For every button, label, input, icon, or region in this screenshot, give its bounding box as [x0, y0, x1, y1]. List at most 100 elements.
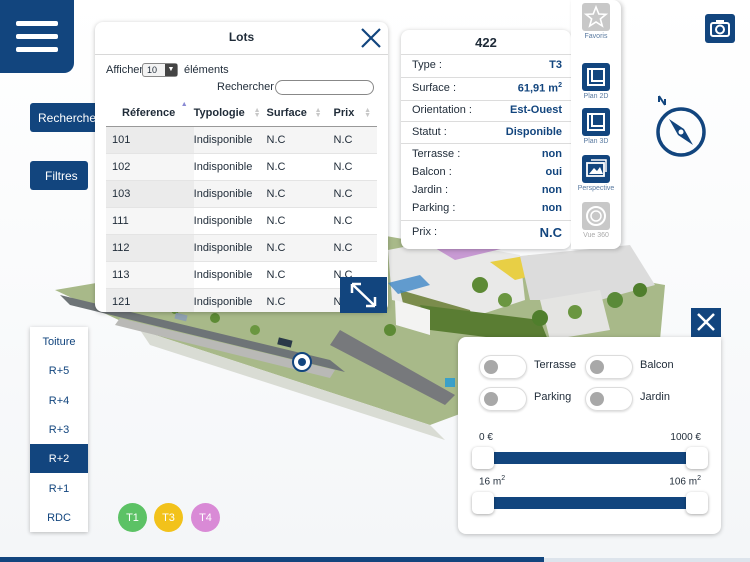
type-chip-t4[interactable]: T4	[191, 503, 220, 532]
price-min-handle[interactable]	[472, 447, 494, 469]
table-cell: N.C	[266, 207, 328, 235]
floor-item-r3[interactable]: R+3	[30, 415, 88, 444]
menu-button[interactable]	[0, 0, 74, 73]
sort-icon: ▲ ▼	[314, 107, 322, 119]
close-icon	[697, 313, 715, 331]
surface-max-handle[interactable]	[686, 492, 708, 514]
column-header-price[interactable]: Prix ▲ ▼	[327, 100, 377, 127]
progress-bar	[0, 557, 544, 562]
search-label: Rechercher :	[217, 81, 280, 93]
plan-2d-button[interactable]: Plan 2D	[571, 63, 621, 100]
table-cell: 113	[106, 261, 194, 289]
balcony-toggle[interactable]	[585, 355, 633, 379]
surface-max-label: 106 m2	[669, 475, 701, 488]
floor-item-r5[interactable]: R+5	[30, 356, 88, 385]
price-min-label: 0 €	[479, 432, 493, 443]
price-max-label: 1000 €	[670, 432, 701, 443]
garden-label: Jardin	[640, 391, 670, 403]
camera-icon	[710, 20, 730, 37]
garden-toggle[interactable]	[585, 387, 633, 411]
lot-detail-card: 422 Type : T3 Surface :61,91 m2 Orientati…	[401, 30, 571, 249]
table-cell: N.C	[266, 180, 328, 208]
expand-icon	[350, 282, 377, 308]
page-size-select[interactable]: 10 ▼	[142, 63, 178, 77]
price-range-track[interactable]	[474, 452, 706, 464]
plan-2d-icon	[582, 63, 610, 91]
table-cell: N.C	[327, 234, 377, 262]
floor-item-r4[interactable]: R+4	[30, 386, 88, 415]
table-row[interactable]: 113 Indisponible N.C N.C	[106, 261, 377, 289]
plan-3d-button[interactable]: Plan 3D	[571, 108, 621, 145]
table-cell: 111	[106, 207, 194, 235]
surface-range-track[interactable]	[474, 497, 706, 509]
table-row[interactable]: 121IndisponibleN.CN.C	[106, 288, 377, 312]
table-row[interactable]: 101 Indisponible N.C N.C	[106, 126, 377, 154]
vue-360-button[interactable]: Vue 360	[571, 202, 621, 239]
column-header-surface[interactable]: Surface ▲ ▼	[266, 100, 328, 127]
compass-icon[interactable]	[652, 93, 708, 159]
page-size-value: 10	[147, 65, 158, 75]
floor-item-r2[interactable]: R+2	[30, 444, 88, 473]
sort-icon: ▲ ▼	[364, 107, 371, 119]
table-cell: Indisponible	[193, 288, 267, 312]
table-cell: N.C	[327, 180, 377, 208]
camera-button[interactable]	[705, 14, 735, 43]
surface-min-handle[interactable]	[472, 492, 494, 514]
close-icon[interactable]	[359, 26, 383, 50]
type-chip-t1[interactable]: T1	[118, 503, 147, 532]
sort-icon: ▲ ▼	[253, 107, 261, 119]
table-cell: 112	[106, 234, 194, 262]
table-cell: Indisponible	[193, 126, 267, 154]
table-cell: N.C	[266, 126, 328, 154]
table-cell: N.C	[327, 126, 377, 154]
search-by-button[interactable]: Recherche pa	[30, 103, 100, 132]
search-input[interactable]	[275, 80, 374, 95]
floor-item-toiture[interactable]: Toiture	[30, 327, 88, 356]
chevron-down-icon: ▼	[165, 64, 177, 76]
table-cell: N.C	[327, 153, 377, 181]
table-row[interactable]: 102 Indisponible N.C N.C	[106, 153, 377, 181]
table-cell: Indisponible	[193, 207, 267, 235]
surface-min-label: 16 m2	[479, 475, 506, 488]
table-cell: N.C	[266, 234, 328, 262]
perspective-icon	[582, 155, 610, 183]
balcony-label: Balcon	[640, 359, 674, 371]
table-cell: Indisponible	[193, 234, 267, 262]
table-row[interactable]: 103 Indisponible N.C N.C	[106, 180, 377, 208]
table-cell: N.C	[327, 207, 377, 235]
floor-item-rdc[interactable]: RDC	[30, 503, 88, 532]
elements-label: éléments	[184, 64, 229, 76]
floor-selector: Toiture R+5 R+4 R+3 R+2 R+1 RDC	[30, 327, 88, 532]
column-header-typology[interactable]: Typologie ▲ ▼	[193, 100, 267, 127]
favorites-button[interactable]: Favoris	[571, 3, 621, 40]
lots-panel-title: Lots	[228, 30, 255, 44]
table-row[interactable]: 112 Indisponible N.C N.C	[106, 234, 377, 262]
vue-360-icon	[582, 202, 610, 230]
price-max-handle[interactable]	[686, 447, 708, 469]
perspective-button[interactable]: Perspective	[571, 155, 621, 192]
column-header-reference[interactable]: Réference ▲	[106, 100, 194, 127]
table-cell: N.C	[266, 288, 328, 312]
parking-label: Parking	[534, 391, 572, 403]
type-chip-t3[interactable]: T3	[154, 503, 183, 532]
table-cell: Indisponible	[193, 153, 267, 181]
floor-item-r1[interactable]: R+1	[30, 474, 88, 503]
table-cell: 121	[106, 288, 194, 312]
table-cell: 103	[106, 180, 194, 208]
filters-button[interactable]: Filtres	[30, 161, 88, 190]
page-size-label: Afficher	[106, 64, 144, 76]
view-mode-panel: Favoris Plan 2D Plan 3D Perspective Vue …	[571, 0, 621, 249]
sort-asc-icon: ▲	[180, 101, 188, 108]
table-row[interactable]: 111 Indisponible N.C N.C	[106, 207, 377, 235]
star-icon	[582, 3, 610, 31]
table-cell: 101	[106, 126, 194, 154]
table-cell: N.C	[266, 153, 328, 181]
lots-panel: Lots Afficher 10 ▼ éléments Rechercher :…	[95, 22, 388, 312]
terrace-toggle[interactable]	[479, 355, 527, 379]
filter-close-button[interactable]	[691, 308, 721, 337]
table-cell: Indisponible	[193, 180, 267, 208]
plan-3d-icon	[582, 108, 610, 136]
expand-button[interactable]	[340, 277, 387, 313]
parking-toggle[interactable]	[479, 387, 527, 411]
table-cell: 102	[106, 153, 194, 181]
